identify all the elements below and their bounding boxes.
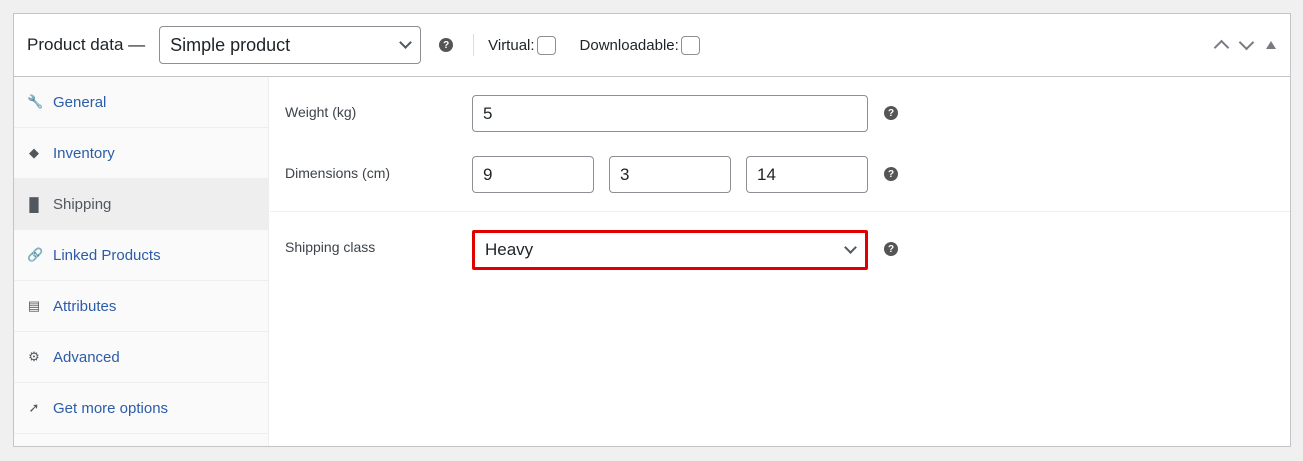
weight-label: Weight (kg) [285, 104, 357, 120]
tab-label: Linked Products [53, 246, 161, 264]
plugin-icon: ➚ [28, 400, 40, 415]
tab-label: Inventory [53, 144, 115, 162]
panel-header: Product data — Simple product ? Virtual:… [14, 14, 1290, 77]
gear-icon: ⚙ [28, 349, 40, 364]
shipping-class-select[interactable]: Heavy [472, 230, 868, 270]
link-icon: 🔗 [27, 247, 44, 262]
collapse-toggle-icon[interactable] [1266, 40, 1276, 49]
help-icon[interactable]: ? [439, 38, 454, 52]
help-icon[interactable]: ? [884, 167, 898, 181]
chevron-down-icon [844, 241, 857, 254]
tab-attributes[interactable]: ▤ Attributes [14, 281, 268, 332]
list-icon: ▤ [27, 298, 41, 313]
product-data-tabs: 🔧 General ◆ Inventory █ Shipping 🔗 Linked Pr… [14, 77, 269, 446]
move-down-icon[interactable] [1238, 34, 1255, 51]
divider [270, 211, 1290, 212]
help-icon[interactable]: ? [884, 106, 898, 120]
chevron-down-icon [399, 36, 412, 49]
height-input[interactable]: 14 [746, 156, 868, 193]
downloadable-label: Downloadable: [579, 36, 679, 54]
move-up-icon[interactable] [1213, 39, 1230, 56]
width-input[interactable]: 3 [609, 156, 731, 193]
weight-input[interactable]: 5 [472, 95, 868, 132]
tab-label: Shipping [53, 195, 112, 213]
tab-general[interactable]: 🔧 General [14, 77, 268, 128]
shipping-class-label: Shipping class [285, 239, 376, 255]
tag-icon: ◆ [29, 145, 39, 160]
tab-label: Attributes [53, 297, 117, 315]
tab-linked-products[interactable]: 🔗 Linked Products [14, 230, 268, 281]
downloadable-checkbox-label[interactable]: Downloadable: [579, 35, 700, 55]
wrench-icon: 🔧 [27, 94, 44, 109]
length-input[interactable]: 9 [472, 156, 594, 193]
tab-label: General [53, 93, 107, 111]
dimensions-label: Dimensions (cm) [285, 165, 391, 181]
downloadable-checkbox[interactable] [680, 35, 700, 55]
tab-inventory[interactable]: ◆ Inventory [14, 128, 268, 179]
tab-label: Advanced [53, 348, 120, 366]
tab-shipping[interactable]: █ Shipping [14, 179, 268, 230]
product-type-select[interactable]: Simple product [159, 26, 422, 64]
panel-title: Product data — [27, 35, 146, 54]
virtual-checkbox[interactable] [536, 35, 556, 55]
tab-label: Get more options [53, 399, 169, 417]
tab-get-more-options[interactable]: ➚ Get more options [14, 383, 268, 434]
tab-advanced[interactable]: ⚙ Advanced [14, 332, 268, 383]
product-data-panel: Product data — Simple product ? Virtual:… [13, 13, 1291, 447]
divider [473, 34, 475, 56]
truck-icon: █ [29, 196, 39, 212]
virtual-checkbox-label[interactable]: Virtual: [488, 35, 556, 55]
help-icon[interactable]: ? [884, 242, 898, 256]
product-type-value: Simple product [170, 34, 291, 55]
virtual-label: Virtual: [488, 36, 535, 54]
shipping-options: Weight (kg) 5 ? Dimensions (cm) 9 3 14 ?… [270, 77, 1290, 446]
shipping-class-value: Heavy [485, 240, 534, 259]
